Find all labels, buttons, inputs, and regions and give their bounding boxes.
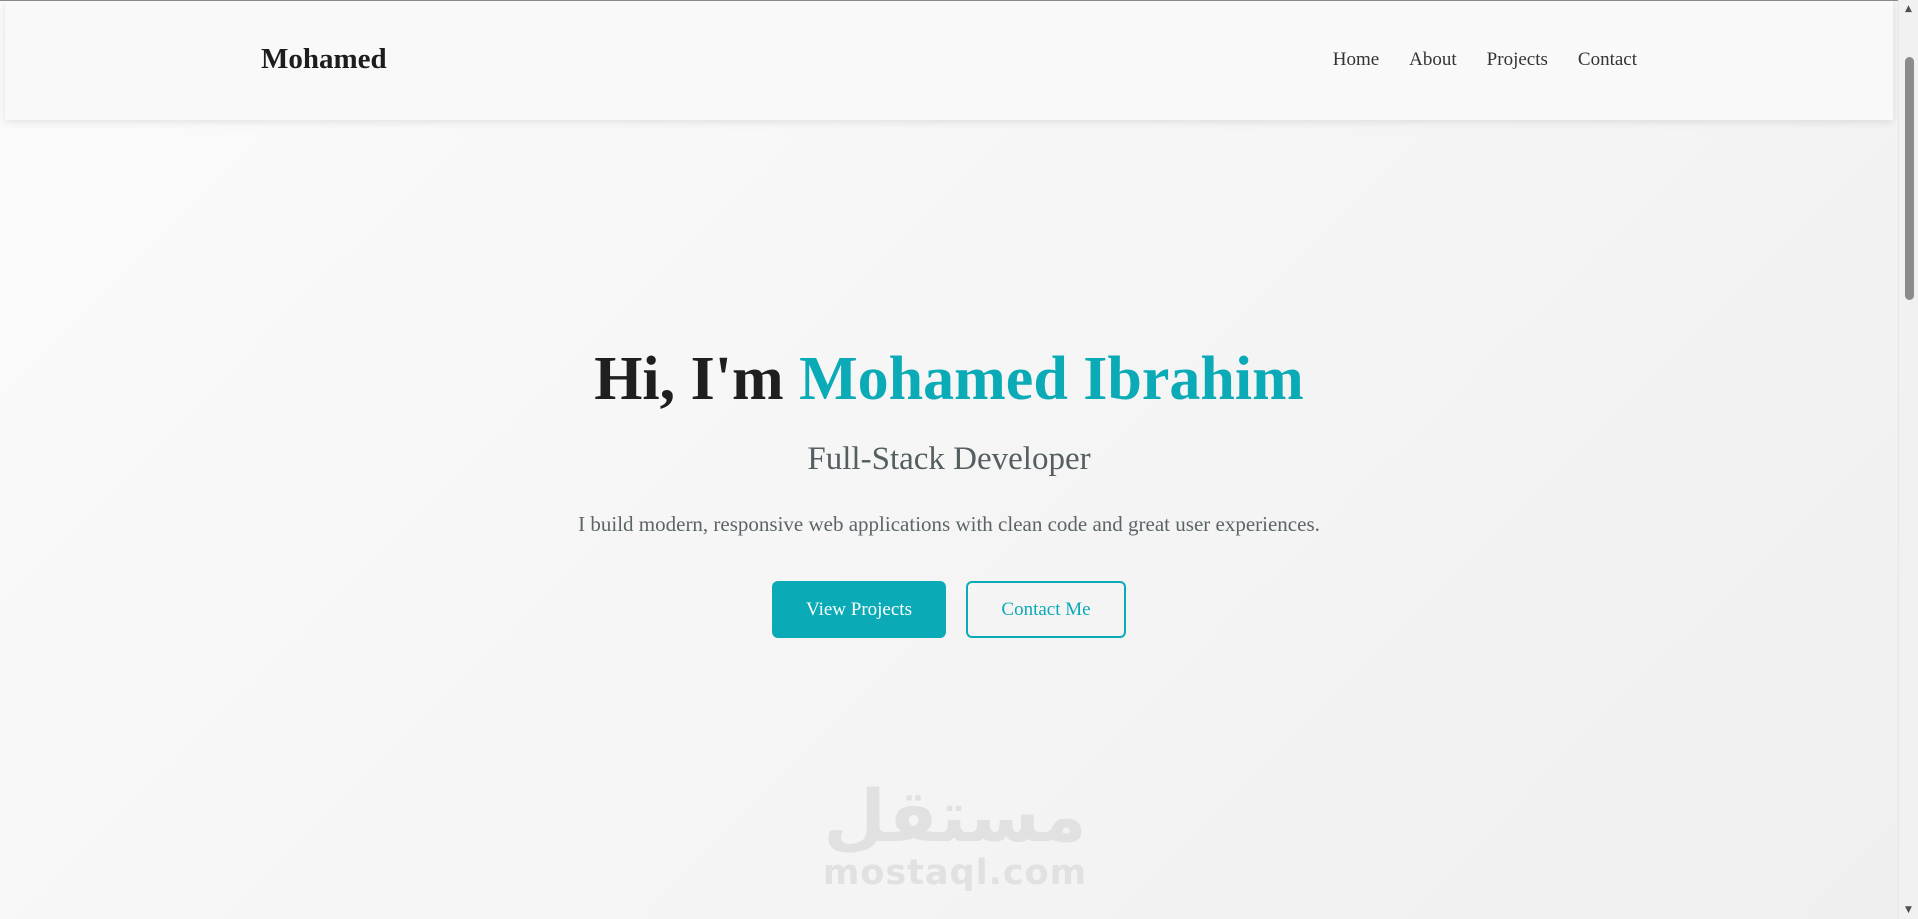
scroll-up-arrow-icon[interactable]: ▲	[1899, 1, 1918, 17]
contact-me-button[interactable]: Contact Me	[966, 581, 1126, 638]
scroll-down-arrow-icon[interactable]: ▼	[1899, 902, 1918, 918]
scrollbar-thumb[interactable]	[1905, 57, 1914, 300]
hero-section: Hi, I'm Mohamed Ibrahim Full-Stack Devel…	[0, 120, 1898, 919]
navbar: Mohamed Home About Projects Contact	[5, 1, 1893, 120]
hero-headline: Hi, I'm Mohamed Ibrahim	[0, 348, 1898, 410]
watermark-latin: mostaql.com	[822, 853, 1088, 893]
hero-tagline: I build modern, responsive web applicati…	[578, 512, 1320, 536]
nav-link-projects[interactable]: Projects	[1487, 49, 1548, 71]
page-viewport: Mohamed Home About Projects Contact Hi, …	[0, 0, 1898, 919]
hero-name: Mohamed Ibrahim	[799, 345, 1304, 413]
nav-links: Home About Projects Contact	[1333, 49, 1637, 71]
mostaql-watermark: مستقل mostaql.com	[820, 780, 1090, 891]
vertical-scrollbar[interactable]: ▲ ▼	[1898, 0, 1918, 919]
view-projects-button[interactable]: View Projects	[772, 581, 946, 638]
hero-greeting: Hi, I'm	[594, 345, 800, 413]
nav-link-home[interactable]: Home	[1333, 49, 1379, 71]
nav-link-about[interactable]: About	[1409, 49, 1457, 71]
hero-buttons: View Projects Contact Me	[772, 581, 1126, 638]
hero-subtitle: Full-Stack Developer	[807, 441, 1091, 477]
watermark-arabic: مستقل	[823, 774, 1087, 858]
nav-link-contact[interactable]: Contact	[1578, 49, 1637, 71]
brand-logo[interactable]: Mohamed	[261, 43, 387, 76]
